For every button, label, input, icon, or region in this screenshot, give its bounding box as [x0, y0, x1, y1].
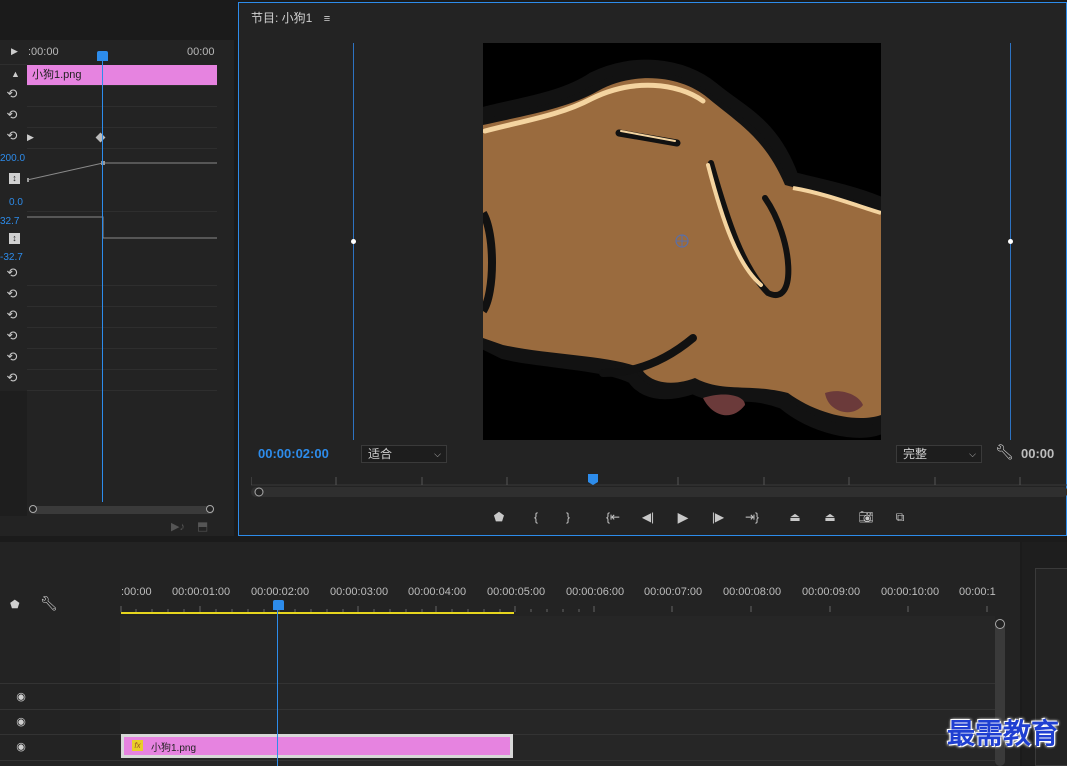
lift-icon[interactable]: ⏏ — [784, 508, 806, 526]
wrench-icon[interactable]: 🔧︎ — [40, 595, 58, 612]
wrench-icon[interactable]: 🔧︎ — [995, 443, 1014, 461]
reset-icon[interactable]: ⟲ — [5, 371, 19, 385]
reset-icon[interactable]: ⟲ — [5, 350, 19, 364]
scroll-handle-right[interactable] — [206, 505, 214, 513]
panel-menu-icon[interactable]: ≡ — [324, 13, 330, 25]
go-to-out-icon[interactable]: ⇥} — [741, 508, 763, 526]
value-label-pos[interactable]: 32.7 — [0, 216, 19, 227]
timeline-clip[interactable]: fx 小狗1.png — [124, 737, 510, 755]
step-forward-icon[interactable]: |▶ — [707, 508, 729, 526]
value-graph — [27, 161, 217, 239]
playhead-line — [277, 604, 278, 766]
ruler-label: 00:00:08:00 — [723, 586, 782, 598]
monitor-time-ruler[interactable] — [251, 471, 1067, 501]
value-label-zero[interactable]: 0.0 — [9, 197, 23, 208]
collapse-triangle-icon[interactable]: ▲ — [11, 69, 20, 79]
playhead-handle[interactable] — [273, 600, 284, 610]
zoom-select-value: 适合 — [368, 447, 393, 461]
ruler-label: 00:00:03:00 — [330, 586, 389, 598]
ruler-label: 00:00:05:00 — [487, 586, 546, 598]
eye-icon[interactable]: ◉ — [14, 740, 28, 753]
fx-badge-icon[interactable]: fx — [132, 740, 143, 751]
horizontal-scrollbar[interactable] — [30, 506, 214, 514]
expand-triangle-icon[interactable]: ▶ — [27, 132, 34, 143]
reset-icon[interactable]: ⟲ — [5, 287, 19, 301]
play-icon[interactable]: ▶ — [672, 508, 694, 526]
ruler-label: 00:00:04:00 — [408, 586, 467, 598]
marker-icon[interactable]: ⬟ — [488, 508, 510, 526]
playhead-line — [102, 58, 103, 502]
export-icon[interactable]: ⬒ — [197, 519, 208, 533]
video-frame[interactable] — [483, 43, 881, 440]
clip-name: 小狗1.png — [151, 743, 197, 754]
quality-select[interactable]: 完整 ⌵ — [896, 445, 982, 463]
work-area-bar[interactable] — [121, 612, 514, 614]
eye-icon[interactable]: ◉ — [14, 690, 28, 703]
panel-title[interactable]: 节目: 小狗1 ≡ — [251, 9, 330, 26]
reset-icon[interactable]: ⟲ — [5, 308, 19, 322]
ruler-label: :00:00 — [121, 586, 152, 598]
play-audio-icon[interactable]: ▶♪ — [171, 520, 185, 533]
quality-select-value: 完整 — [903, 447, 928, 461]
keyframe-icon[interactable] — [95, 132, 106, 143]
reset-icon[interactable]: ⟲ — [5, 108, 19, 122]
chevron-down-icon: ⌵ — [434, 449, 441, 459]
ruler-label: 00:00:01:00 — [172, 586, 231, 598]
ruler-label: 00:00:06:00 — [566, 586, 625, 598]
go-to-in-icon[interactable]: {⇤ — [602, 508, 624, 526]
eye-icon[interactable]: ◉ — [14, 715, 28, 728]
value-label-top[interactable]: 200.0 — [0, 153, 25, 164]
guide-handle-left[interactable] — [351, 239, 356, 244]
current-timecode[interactable]: 00:00:02:00 — [258, 446, 329, 461]
ruler-label: 00:00:07:00 — [644, 586, 703, 598]
expand-triangle-icon[interactable]: ▶ — [11, 46, 18, 57]
ruler-label: 00:00:09:00 — [802, 586, 861, 598]
step-back-icon[interactable]: ◀| — [637, 508, 659, 526]
timeline-panel: ⬟ 🔧︎ :00:00 00:00:01:00 00:00:02:00 00:0… — [0, 542, 1020, 766]
chevron-down-icon: ⌵ — [969, 449, 976, 459]
program-monitor-panel: 节目: 小狗1 ≡ 00:00:02:00 适合 ⌵ 完整 ⌵ 🔧︎ 00:00… — [238, 2, 1067, 536]
dog-image — [483, 59, 881, 438]
effect-controls-ruler[interactable]: ▶ :00:00 00:00 — [0, 40, 234, 64]
ruler-start-time: :00:00 — [28, 46, 59, 58]
extract-icon[interactable]: ⏏ — [819, 508, 841, 526]
value-label-neg[interactable]: -32.7 — [0, 252, 23, 263]
ruler-label: 00:00:10:00 — [881, 586, 940, 598]
add-marker-icon[interactable]: ⬟ — [10, 598, 20, 611]
graph-toggle-icon[interactable]: ↕ — [9, 173, 20, 184]
ruler-label: 00:00:1 — [959, 586, 996, 598]
reset-icon[interactable]: ⟲ — [5, 329, 19, 343]
scroll-handle-top[interactable] — [995, 619, 1005, 629]
compare-icon[interactable]: ⧉ — [889, 508, 911, 526]
graph-toggle-icon[interactable]: ↕ — [9, 233, 20, 244]
clip-bar[interactable]: 小狗1.png — [27, 65, 217, 85]
reset-icon[interactable]: ⟲ — [5, 266, 19, 280]
watermark-text: 最需教育 — [946, 717, 1059, 750]
mark-in-icon[interactable]: { — [525, 508, 547, 526]
camera-icon[interactable]: 📷︎ — [855, 508, 877, 526]
zoom-select[interactable]: 适合 ⌵ — [361, 445, 447, 463]
scroll-handle-left[interactable] — [29, 505, 37, 513]
effect-controls-panel: ▶ :00:00 00:00 ▲ 小狗1.png ⟲ ⟲ ⟲ ▶ 200.0 ↕… — [0, 40, 234, 536]
ruler-label: 00:00:02:00 — [251, 586, 310, 598]
ruler-end-time: 00:00 — [187, 46, 215, 58]
reset-icon[interactable]: ⟲ — [5, 87, 19, 101]
reset-icon[interactable]: ⟲ — [5, 129, 19, 143]
duration-timecode: 00:00 — [1021, 446, 1055, 461]
guide-handle-right[interactable] — [1008, 239, 1013, 244]
panel-title-text: 节目: 小狗1 — [251, 11, 313, 25]
mark-out-icon[interactable]: } — [557, 508, 579, 526]
